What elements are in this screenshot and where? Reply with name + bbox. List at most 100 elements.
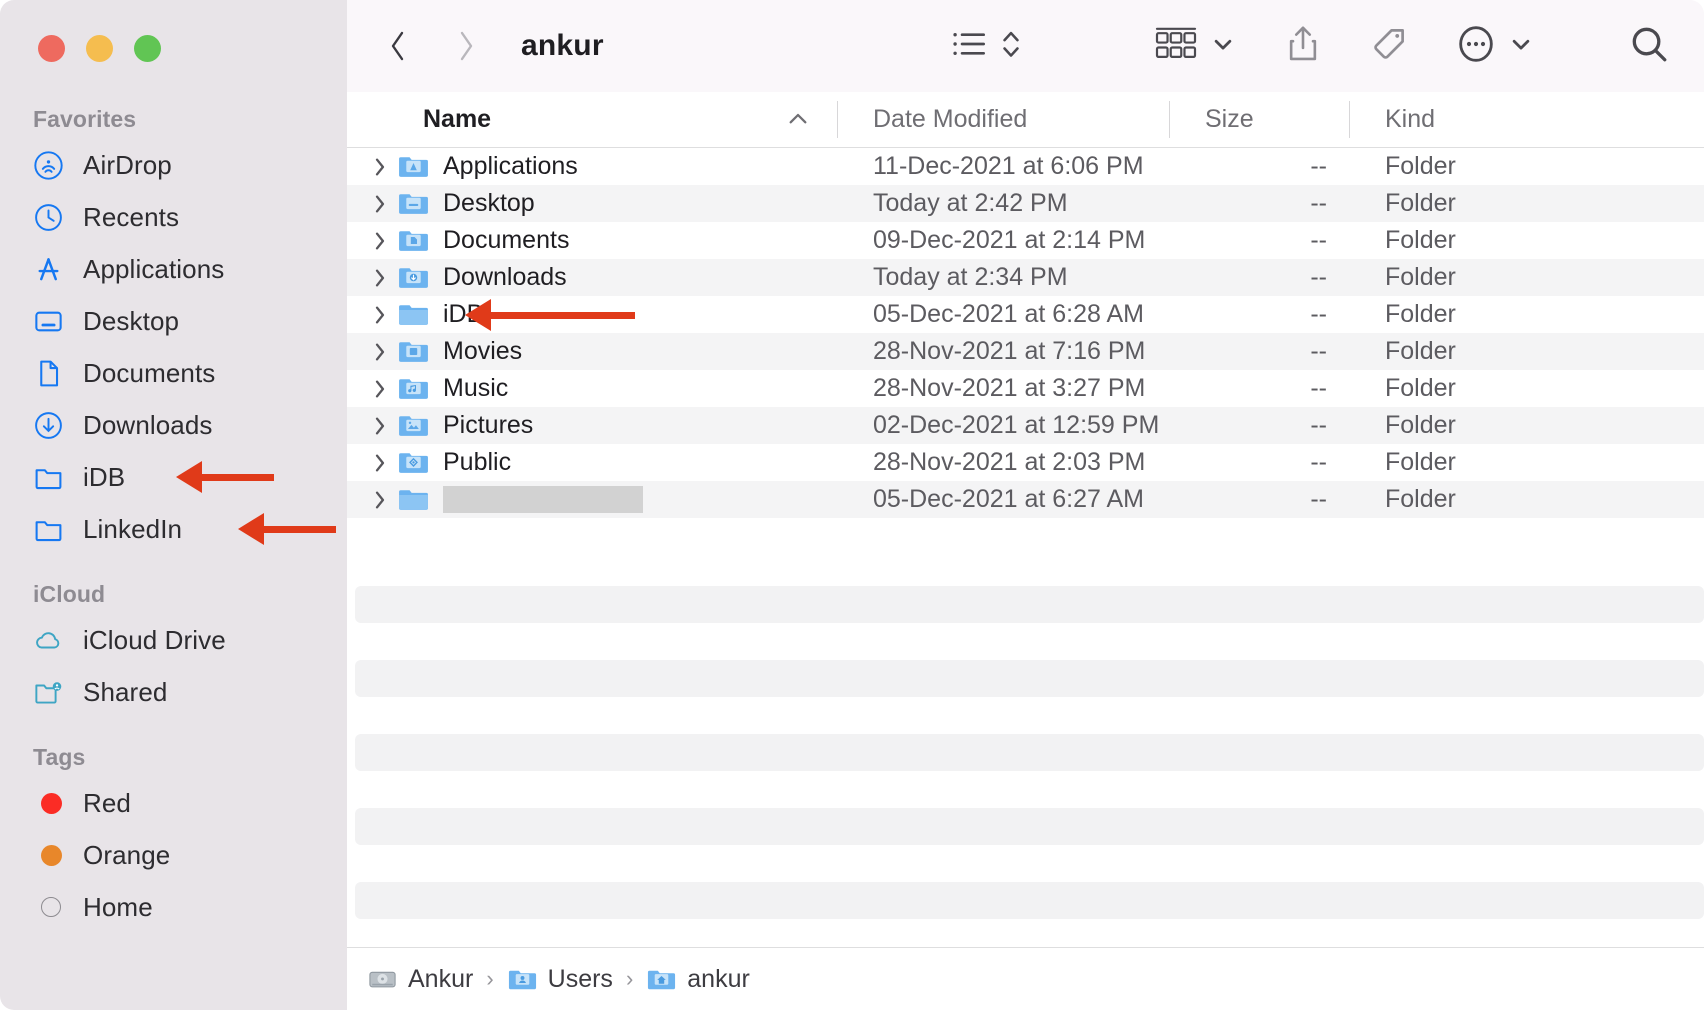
file-name-cell[interactable]: Movies [347,335,837,368]
file-size: -- [1310,411,1327,439]
file-name-cell[interactable]: Music [347,372,837,405]
file-kind: Folder [1385,189,1456,217]
file-size: -- [1310,300,1327,328]
file-name-cell[interactable]: Documents [347,224,837,257]
breadcrumb-item-ankur-home[interactable]: ankur [646,964,750,995]
sidebar-item-shared[interactable]: Shared [0,666,347,718]
sidebar-item-label: AirDrop [83,149,172,180]
group-by-dropdown[interactable] [1212,20,1234,72]
minimize-button[interactable] [86,35,113,62]
column-header-size[interactable]: Size [1169,92,1349,147]
disclosure-triangle-icon[interactable] [365,230,395,252]
disclosure-triangle-icon[interactable] [365,341,395,363]
table-row[interactable]: Applications 11-Dec-2021 at 6:06 PM -- F… [347,148,1704,185]
empty-rows [347,518,1704,919]
close-button[interactable] [38,35,65,62]
file-name-cell[interactable]: Downloads [347,261,837,294]
column-header-kind[interactable]: Kind [1349,92,1704,147]
search-button[interactable] [1628,20,1670,72]
sidebar-item-recents[interactable]: Recents [0,191,347,243]
more-actions-dropdown[interactable] [1510,20,1532,72]
table-row[interactable]: Downloads Today at 2:34 PM -- Folder [347,259,1704,296]
sidebar-item-label: Recents [83,201,180,232]
music-folder-icon [397,372,430,405]
column-header-date-modified[interactable]: Date Modified [837,92,1169,147]
disclosure-triangle-icon[interactable] [365,267,395,289]
sidebar-item-tag-orange[interactable]: Orange [0,829,347,881]
file-name-cell[interactable]: Public [347,446,837,479]
disclosure-triangle-icon[interactable] [365,415,395,437]
sidebar-item-idb[interactable]: iDB [0,451,347,503]
table-row[interactable]: Movies 28-Nov-2021 at 7:16 PM -- Folder [347,333,1704,370]
sidebar-item-label: Orange [83,839,171,870]
file-date: 11-Dec-2021 at 6:06 PM [873,152,1144,180]
disclosure-triangle-icon[interactable] [365,156,395,178]
sidebar-item-label: Home [83,891,153,922]
airdrop-icon [33,150,64,181]
more-actions-button[interactable] [1456,20,1496,72]
breadcrumb-separator-icon: › [486,966,494,991]
file-name-cell[interactable]: Applications [347,150,837,183]
empty-row [355,623,1704,660]
sidebar-item-applications[interactable]: Applications [0,243,347,295]
applications-folder-icon [397,150,430,183]
disclosure-triangle-icon[interactable] [365,489,395,511]
table-row[interactable]: Pictures 02-Dec-2021 at 12:59 PM -- Fold… [347,407,1704,444]
disclosure-triangle-icon[interactable] [365,304,395,326]
tag-button[interactable] [1370,20,1408,72]
empty-row [355,697,1704,734]
file-name-cell[interactable]: iDB [347,298,837,331]
sidebar-item-documents[interactable]: Documents [0,347,347,399]
traffic-light-controls [0,0,347,72]
cloud-icon [33,625,64,656]
group-grid-icon [1154,25,1198,68]
table-row[interactable]: 05-Dec-2021 at 6:27 AM -- Folder [347,481,1704,518]
empty-row [355,845,1704,882]
empty-row [355,808,1704,845]
maximize-button[interactable] [134,35,161,62]
table-row[interactable]: Public 28-Nov-2021 at 2:03 PM -- Folder [347,444,1704,481]
file-kind: Folder [1385,411,1456,439]
forward-button[interactable] [443,23,489,69]
sidebar-header-favorites: Favorites [33,106,137,132]
sidebar-item-tag-home[interactable]: Home [0,881,347,933]
documents-folder-icon [397,224,430,257]
tag-dot-icon [33,840,64,871]
column-header-date-label: Date Modified [873,105,1028,133]
sidebar-item-label: Shared [83,676,168,707]
table-row[interactable]: Documents 09-Dec-2021 at 2:14 PM -- Fold… [347,222,1704,259]
disclosure-triangle-icon[interactable] [365,193,395,215]
list-view-button[interactable] [950,20,988,72]
disclosure-triangle-icon[interactable] [365,378,395,400]
sidebar-item-downloads[interactable]: Downloads [0,399,347,451]
breadcrumb-item-ankur-disk[interactable]: Ankur [367,964,473,995]
annotation-arrow-linkedin-sidebar [238,513,336,545]
sidebar-item-tag-red[interactable]: Red [0,777,347,829]
file-size: -- [1310,485,1327,513]
breadcrumb-label: Ankur [408,964,474,993]
file-name-cell[interactable]: Pictures [347,409,837,442]
sidebar-item-linkedin[interactable]: LinkedIn [0,503,347,555]
sidebar-item-label: iCloud Drive [83,624,226,655]
sidebar-item-airdrop[interactable]: AirDrop [0,139,347,191]
column-header-name[interactable]: Name [347,92,837,147]
share-button[interactable] [1286,20,1320,72]
home-folder-icon [646,964,677,995]
sidebar-item-desktop[interactable]: Desktop [0,295,347,347]
sidebar-item-icloud-drive[interactable]: iCloud Drive [0,614,347,666]
back-button[interactable] [375,23,421,69]
file-kind: Folder [1385,337,1456,365]
file-name-cell[interactable] [347,483,837,516]
table-row[interactable]: Music 28-Nov-2021 at 3:27 PM -- Folder [347,370,1704,407]
breadcrumb-item-users[interactable]: Users [507,964,613,995]
table-row[interactable]: iDB 05-Dec-2021 at 6:28 AM -- Folder [347,296,1704,333]
group-by-button[interactable] [1154,20,1198,72]
sort-button[interactable] [1000,20,1022,72]
file-name: Applications [443,152,578,180]
sidebar-item-label: LinkedIn [83,513,183,544]
main-pane: ankur Name Date Modified Size Kind Appli… [347,0,1704,1010]
table-row[interactable]: Desktop Today at 2:42 PM -- Folder [347,185,1704,222]
disclosure-triangle-icon[interactable] [365,452,395,474]
shared-folder-icon [33,677,64,708]
file-name-cell[interactable]: Desktop [347,187,837,220]
